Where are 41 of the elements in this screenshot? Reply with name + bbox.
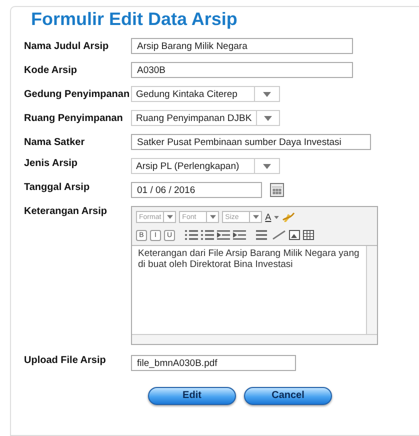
align-icon[interactable] [256, 230, 269, 240]
list-icon[interactable] [185, 230, 198, 240]
text-field[interactable]: Satker Pusat Pembinaan sumber Daya Investasi [131, 134, 371, 150]
image-icon[interactable] [289, 230, 300, 240]
field-label: Jenis Arsip [24, 158, 79, 169]
dropdown-arrow-icon [210, 215, 216, 219]
indent-icon[interactable] [233, 230, 246, 240]
dropdown-arrow-icon [264, 116, 272, 120]
null[interactable]: Cancel [244, 386, 332, 404]
list-icon[interactable] [201, 230, 214, 240]
indent-icon[interactable] [217, 230, 230, 240]
text-field[interactable]: A030B [131, 62, 353, 78]
field-label: Nama Satker [24, 136, 86, 148]
vertical-scrollbar[interactable] [366, 246, 377, 334]
field-label: Keterangan Arsip [24, 206, 108, 217]
field-label: Upload File Arsip [24, 355, 107, 366]
font-color-button[interactable]: A [265, 212, 272, 222]
dropdown-arrow-icon [263, 164, 271, 168]
calendar-icon[interactable] [270, 183, 284, 197]
dropdown-field[interactable]: Arsip PL (Perlengkapan) [131, 158, 280, 174]
date-field[interactable]: 01 / 06 / 2016 [131, 182, 262, 198]
field-label: Kode Arsip [24, 64, 78, 76]
horizontal-scrollbar[interactable] [132, 334, 377, 344]
dropdown-arrow-icon [166, 215, 173, 219]
null[interactable]: Edit [148, 386, 236, 404]
field-label: Gedung Penyimpanan [24, 88, 131, 100]
field-label: Tanggal Arsip [24, 182, 91, 193]
dropdown-field[interactable]: Gedung Kintaka Citerep [131, 86, 280, 102]
dropdown-field[interactable]: Ruang Penyimpanan DJBK [131, 110, 280, 126]
file-field[interactable]: file_bmnA030B.pdf [131, 355, 296, 371]
highlighter-icon[interactable] [282, 211, 296, 223]
field-label: Ruang Penyimpanan [24, 112, 124, 124]
dropdown-arrow-icon [252, 215, 259, 219]
field-label: Nama Judul Arsip [24, 40, 110, 52]
dropdown-arrow-icon [274, 216, 280, 218]
editor-text: Keterangan dari File Arsip Barang Milik Negara yang di buat oleh Direktorat Bina Investasi [137, 247, 360, 272]
form-title: Formulir Edit Data Arsip [31, 9, 238, 30]
table-icon[interactable] [303, 230, 314, 240]
text-field[interactable]: Arsip Barang Milik Negara [131, 38, 353, 54]
dropdown-arrow-icon [263, 92, 271, 96]
horizontal-line-icon[interactable] [272, 230, 286, 240]
